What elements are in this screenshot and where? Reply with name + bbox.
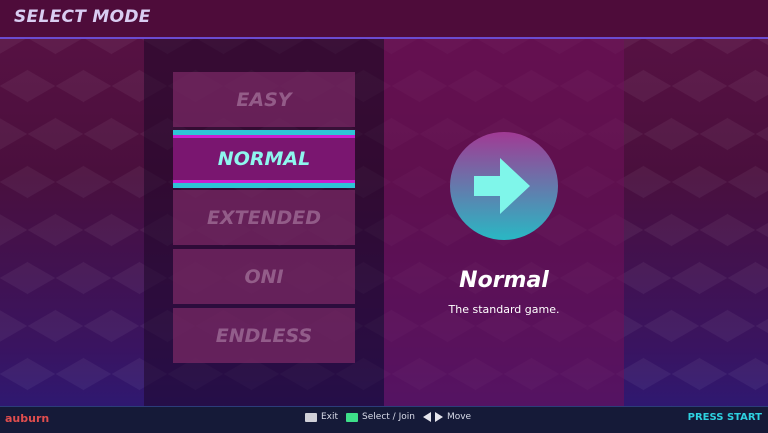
select-hint-label: Select / Join <box>362 412 415 422</box>
exit-key-icon <box>305 412 317 422</box>
arrow-right-icon <box>450 132 558 240</box>
arrow-right-small-icon <box>434 412 443 422</box>
mode-button-oni[interactable]: ONI <box>173 249 355 304</box>
control-hints: Exit Select / Join Move <box>305 412 471 422</box>
page-title: SELECT MODE <box>14 7 151 27</box>
arrow-left-icon <box>422 412 431 422</box>
mode-label: ONI <box>244 265 284 288</box>
header-bar: SELECT MODE <box>0 0 768 39</box>
mode-button-easy[interactable]: EASY <box>173 72 355 127</box>
mode-detail-description: The standard game. <box>448 303 560 316</box>
mode-button-extended[interactable]: EXTENDED <box>173 190 355 245</box>
move-hint-label: Move <box>446 412 472 422</box>
user-name: auburn <box>5 412 50 425</box>
mode-button-normal[interactable]: NORMAL <box>173 130 355 188</box>
footer-bar: auburn Exit Select / Join Move PRESS STA… <box>0 406 768 433</box>
select-key-icon <box>346 412 359 422</box>
mode-label: NORMAL <box>217 148 311 170</box>
mode-button-endless[interactable]: ENDLESS <box>173 308 355 363</box>
exit-hint-label: Exit <box>321 412 339 422</box>
press-start-prompt[interactable]: PRESS START <box>688 412 762 423</box>
mode-label: EASY <box>236 88 292 111</box>
mode-detail-title: Normal <box>459 268 549 293</box>
mode-label: EXTENDED <box>207 206 321 229</box>
mode-label: ENDLESS <box>215 324 313 347</box>
